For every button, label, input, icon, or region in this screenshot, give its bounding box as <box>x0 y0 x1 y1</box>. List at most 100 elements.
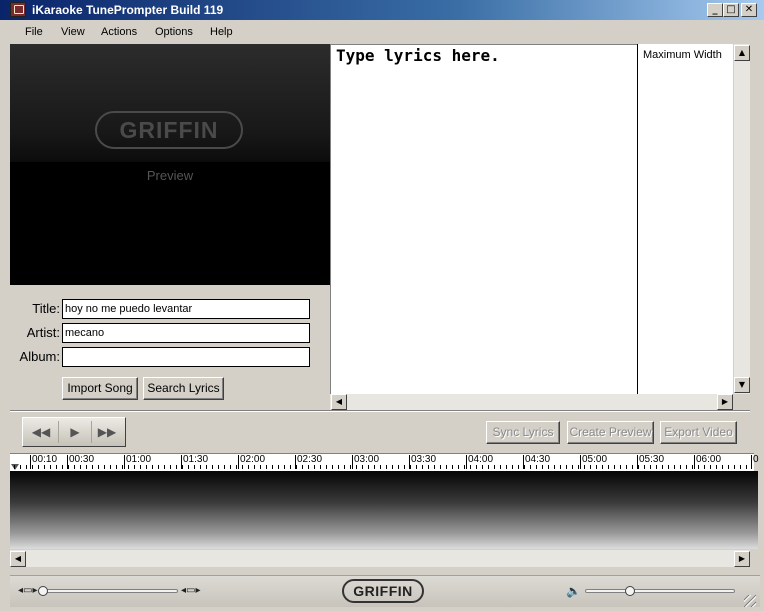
timeline-minor-tick <box>188 465 189 469</box>
timeline-minor-tick <box>218 465 219 469</box>
rewind-icon[interactable]: ◀◀ <box>25 421 57 443</box>
volume-slider-knob[interactable] <box>625 586 635 596</box>
timeline-minor-tick <box>362 465 363 469</box>
timeline-tick-label: 0 <box>753 454 759 465</box>
volume-slider[interactable] <box>585 589 735 593</box>
timeline-minor-tick <box>38 465 39 469</box>
lyrics-editor[interactable] <box>330 44 637 394</box>
timeline-scroll-left-icon[interactable]: ◀ <box>10 551 26 567</box>
timeline-minor-tick <box>554 465 555 469</box>
album-field[interactable] <box>62 347 310 367</box>
timeline-minor-tick <box>356 465 357 469</box>
timeline-minor-tick <box>494 465 495 469</box>
timeline-minor-tick <box>158 465 159 469</box>
timeline-minor-tick <box>170 465 171 469</box>
title-field[interactable]: hoy no me puedo levantar <box>62 299 310 319</box>
timeline-minor-tick <box>446 465 447 469</box>
max-width-label: Maximum Width <box>643 49 722 61</box>
timeline-minor-tick <box>506 465 507 469</box>
timeline-minor-tick <box>116 465 117 469</box>
timeline-tick-label: 02:30 <box>297 454 323 465</box>
playhead-icon[interactable] <box>11 464 19 470</box>
timeline-minor-tick <box>302 465 303 469</box>
timeline-minor-tick <box>530 465 531 469</box>
timeline-minor-tick <box>620 465 621 469</box>
export-video-button[interactable]: Export Video <box>660 421 737 444</box>
timeline-scrollbar[interactable] <box>10 550 750 567</box>
timeline-minor-tick <box>284 465 285 469</box>
timeline-minor-tick <box>26 465 27 469</box>
timeline-minor-tick <box>464 465 465 469</box>
scroll-up-icon[interactable]: ▲ <box>734 45 750 61</box>
menu-help[interactable]: Help <box>210 26 233 38</box>
timeline-tick-label: 02:00 <box>240 454 266 465</box>
timeline-minor-tick <box>374 465 375 469</box>
timeline-minor-tick <box>722 465 723 469</box>
play-icon[interactable]: ▶ <box>58 421 92 443</box>
griffin-footer-logo: GRIFFIN <box>342 579 424 603</box>
maximize-button[interactable]: □ <box>723 3 739 17</box>
timeline-minor-tick <box>110 465 111 469</box>
timeline-minor-tick <box>86 465 87 469</box>
timeline-minor-tick <box>308 465 309 469</box>
timeline-minor-tick <box>452 465 453 469</box>
timeline-minor-tick <box>236 465 237 469</box>
artist-field[interactable]: mecano <box>62 323 310 343</box>
import-song-button[interactable]: Import Song <box>62 377 138 400</box>
timeline-minor-tick <box>548 465 549 469</box>
timeline-minor-tick <box>704 465 705 469</box>
zoom-in-icon[interactable]: ◂▭▸ <box>181 585 201 596</box>
close-button[interactable]: ✕ <box>741 3 757 17</box>
window-title: iKaraoke TunePrompter Build 119 <box>32 3 224 17</box>
minimize-button[interactable]: _ <box>707 3 723 17</box>
menu-actions[interactable]: Actions <box>101 26 137 38</box>
timeline-minor-tick <box>296 465 297 469</box>
timeline-minor-tick <box>692 465 693 469</box>
lyrics-horizontal-scrollbar[interactable] <box>330 394 733 410</box>
search-lyrics-button[interactable]: Search Lyrics <box>143 377 224 400</box>
timeline-tick-label: 03:00 <box>354 454 380 465</box>
resize-grip-icon[interactable] <box>744 595 756 607</box>
timeline-minor-tick <box>386 465 387 469</box>
timeline-minor-tick <box>326 465 327 469</box>
preview-label: Preview <box>146 168 194 183</box>
zoom-out-icon[interactable]: ◂▭▸ <box>18 585 38 596</box>
timeline-minor-tick <box>44 465 45 469</box>
timeline-minor-tick <box>260 465 261 469</box>
timeline-scroll-right-icon[interactable]: ▶ <box>734 551 750 567</box>
menu-file[interactable]: File <box>25 26 43 38</box>
timeline-minor-tick <box>152 465 153 469</box>
timeline-minor-tick <box>584 465 585 469</box>
timeline-minor-tick <box>422 465 423 469</box>
scroll-right-icon[interactable]: ▶ <box>717 394 733 410</box>
menu-view[interactable]: View <box>61 26 85 38</box>
timeline-minor-tick <box>56 465 57 469</box>
timeline-minor-tick <box>560 465 561 469</box>
timeline-tick-label: 05:30 <box>639 454 665 465</box>
forward-icon[interactable]: ▶▶ <box>91 421 123 443</box>
timeline-minor-tick <box>332 465 333 469</box>
menu-options[interactable]: Options <box>155 26 193 38</box>
timeline-minor-tick <box>650 465 651 469</box>
scroll-down-icon[interactable]: ▼ <box>734 377 750 393</box>
sync-lyrics-button[interactable]: Sync Lyrics <box>486 421 560 444</box>
zoom-slider-knob[interactable] <box>37 586 48 596</box>
zoom-slider[interactable] <box>40 589 178 593</box>
timeline-minor-tick <box>32 465 33 469</box>
lyrics-vertical-scrollbar[interactable] <box>733 44 750 394</box>
timeline-minor-tick <box>50 465 51 469</box>
app-icon <box>10 2 26 17</box>
timeline-minor-tick <box>92 465 93 469</box>
timeline-tick-label: 05:00 <box>582 454 608 465</box>
timeline-tick-label: 03:30 <box>411 454 437 465</box>
timeline-minor-tick <box>716 465 717 469</box>
create-preview-button[interactable]: Create Preview <box>567 421 654 444</box>
scroll-left-icon[interactable]: ◀ <box>331 394 347 410</box>
timeline-minor-tick <box>410 465 411 469</box>
timeline-tick-label: 01:30 <box>183 454 209 465</box>
timeline-minor-tick <box>512 465 513 469</box>
timeline-minor-tick <box>500 465 501 469</box>
volume-icon[interactable]: 🔈 <box>566 584 581 598</box>
timeline-minor-tick <box>626 465 627 469</box>
waveform-track[interactable] <box>10 471 758 549</box>
